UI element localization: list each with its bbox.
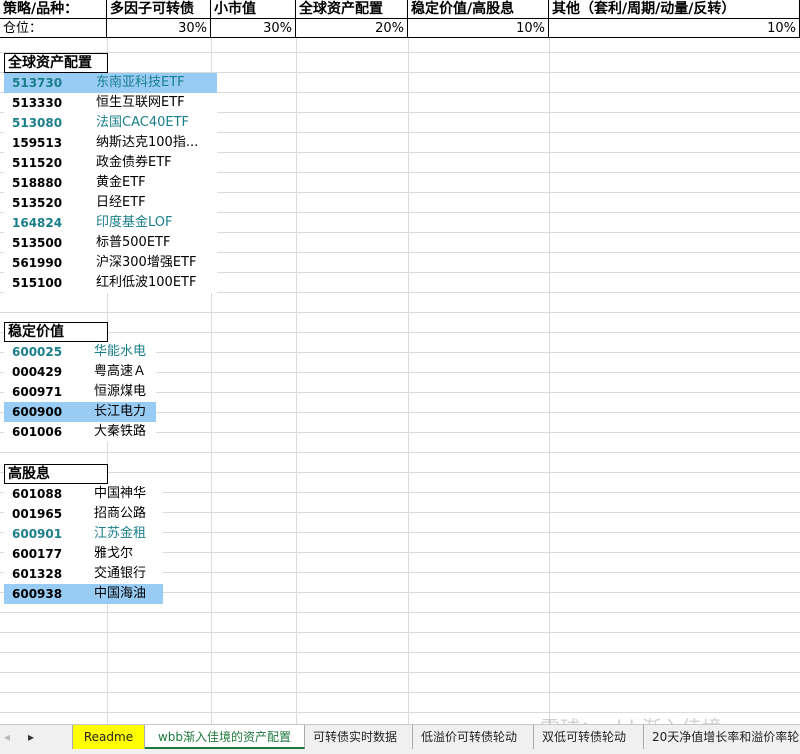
- list-item[interactable]: 515100 红利低波100ETF: [4, 273, 217, 293]
- sheet-tab-bar: ◂ ▸ Readme wbb渐入佳境的资产配置 可转债实时数据 低溢价可转债轮动…: [0, 724, 800, 754]
- list-item[interactable]: 600025 华能水电: [4, 342, 156, 362]
- list-item[interactable]: 511520 政金债券ETF: [4, 153, 217, 173]
- fund-name: 纳斯达克100指...: [96, 135, 199, 150]
- fund-name: 沪深300增强ETF: [96, 255, 197, 270]
- fund-name: 恒源煤电: [94, 384, 147, 399]
- section-title: 稳定价值: [4, 322, 108, 342]
- column-gridline: [549, 0, 550, 724]
- fund-code: 511520: [12, 156, 63, 170]
- list-item[interactable]: 159513 纳斯达克100指...: [4, 133, 217, 153]
- tab-20day[interactable]: 20天净值增长率和溢价率轮: [644, 725, 800, 749]
- fund-code: 513500: [12, 236, 63, 250]
- fund-code: 600971: [12, 385, 63, 399]
- fund-name: 日经ETF: [96, 195, 146, 210]
- fund-name: 红利低波100ETF: [96, 275, 197, 290]
- fund-code: 600938: [12, 587, 63, 601]
- fund-name: 江苏金租: [94, 526, 147, 541]
- scroll-left-icon[interactable]: ◂: [4, 730, 10, 744]
- header-cell[interactable]: 策略/品种：: [0, 0, 107, 19]
- list-item[interactable]: 601088 中国神华: [4, 484, 163, 504]
- fund-code: 601006: [12, 425, 63, 439]
- fund-code: 561990: [12, 256, 63, 270]
- list-item[interactable]: 164824 印度基金LOF: [4, 213, 217, 233]
- tab-asset-allocation[interactable]: wbb渐入佳境的资产配置: [145, 725, 305, 749]
- fund-name: 中国神华: [94, 486, 147, 501]
- fund-code: 513330: [12, 96, 63, 110]
- list-item[interactable]: 518880 黄金ETF: [4, 173, 217, 193]
- list-item[interactable]: 600971 恒源煤电: [4, 382, 156, 402]
- fund-code: 513520: [12, 196, 63, 210]
- header-cell[interactable]: 稳定价值/高股息: [408, 0, 549, 19]
- list-item[interactable]: 000429 粤高速Ａ: [4, 362, 156, 382]
- list-item[interactable]: 561990 沪深300增强ETF: [4, 253, 217, 273]
- weight-cell[interactable]: 30%: [107, 19, 211, 38]
- fund-name: 长江电力: [94, 404, 147, 419]
- list-item[interactable]: 600900 长江电力: [4, 402, 156, 422]
- header-cell[interactable]: 多因子可转债: [107, 0, 211, 19]
- tab-convertible-data[interactable]: 可转债实时数据: [305, 725, 413, 749]
- fund-name: 招商公路: [94, 506, 147, 521]
- tab-double-low[interactable]: 双低可转债轮动: [534, 725, 644, 749]
- section-title: 全球资产配置: [4, 53, 108, 73]
- header-cell[interactable]: 小市值: [211, 0, 296, 19]
- fund-code: 513730: [12, 76, 63, 90]
- fund-code: 001965: [12, 507, 63, 521]
- tab-low-premium[interactable]: 低溢价可转债轮动: [413, 725, 534, 749]
- fund-name: 交通银行: [94, 566, 147, 581]
- list-item[interactable]: 601328 交通银行: [4, 564, 163, 584]
- column-gridline: [296, 0, 297, 724]
- fund-name: 标普500ETF: [96, 235, 171, 250]
- tab-readme[interactable]: Readme: [72, 725, 145, 749]
- fund-code: 600900: [12, 405, 63, 419]
- fund-name: 恒生互联网ETF: [96, 95, 185, 110]
- fund-name: 中国海油: [94, 586, 147, 601]
- fund-code: 600901: [12, 527, 63, 541]
- list-item[interactable]: 513330 恒生互联网ETF: [4, 93, 217, 113]
- fund-name: 黄金ETF: [96, 175, 146, 190]
- fund-code: 513080: [12, 116, 63, 130]
- header-cell[interactable]: 全球资产配置: [296, 0, 408, 19]
- fund-code: 600177: [12, 547, 63, 561]
- weight-cell[interactable]: 10%: [408, 19, 549, 38]
- list-item[interactable]: 513080 法国CAC40ETF: [4, 113, 217, 133]
- header-rows: 策略/品种： 仓位： 多因子可转债 30% 小市值 30% 全球资产配置 20% 稳定价值/高股…: [0, 0, 800, 38]
- fund-name: 粤高速Ａ: [94, 364, 147, 379]
- list-item[interactable]: 513520 日经ETF: [4, 193, 217, 213]
- list-item[interactable]: 600938 中国海油: [4, 584, 163, 604]
- weight-cell[interactable]: 20%: [296, 19, 408, 38]
- fund-code: 518880: [12, 176, 63, 190]
- weight-label[interactable]: 仓位：: [0, 19, 107, 38]
- fund-code: 600025: [12, 345, 63, 359]
- fund-name: 法国CAC40ETF: [96, 115, 189, 130]
- list-item[interactable]: 600177 雅戈尔: [4, 544, 163, 564]
- weight-cell[interactable]: 30%: [211, 19, 296, 38]
- list-item[interactable]: 600901 江苏金租: [4, 524, 163, 544]
- fund-name: 印度基金LOF: [96, 215, 173, 230]
- column-gridline: [408, 0, 409, 724]
- list-item[interactable]: 601006 大秦铁路: [4, 422, 156, 442]
- fund-name: 雅戈尔: [94, 546, 134, 561]
- fund-code: 515100: [12, 276, 63, 290]
- fund-code: 601088: [12, 487, 63, 501]
- fund-code: 164824: [12, 216, 63, 230]
- section-title: 高股息: [4, 464, 108, 484]
- fund-code: 000429: [12, 365, 63, 379]
- list-item[interactable]: 513730 东南亚科技ETF: [4, 73, 217, 93]
- list-item[interactable]: 001965 招商公路: [4, 504, 163, 524]
- fund-name: 东南亚科技ETF: [96, 75, 185, 90]
- header-cell[interactable]: 其他（套利/周期/动量/反转）: [549, 0, 800, 19]
- fund-code: 601328: [12, 567, 63, 581]
- weight-cell[interactable]: 10%: [549, 19, 800, 38]
- scroll-right-icon[interactable]: ▸: [28, 730, 34, 744]
- fund-code: 159513: [12, 136, 63, 150]
- fund-name: 华能水电: [94, 344, 147, 359]
- list-item[interactable]: 513500 标普500ETF: [4, 233, 217, 253]
- fund-name: 政金债券ETF: [96, 155, 172, 170]
- fund-name: 大秦铁路: [94, 424, 147, 439]
